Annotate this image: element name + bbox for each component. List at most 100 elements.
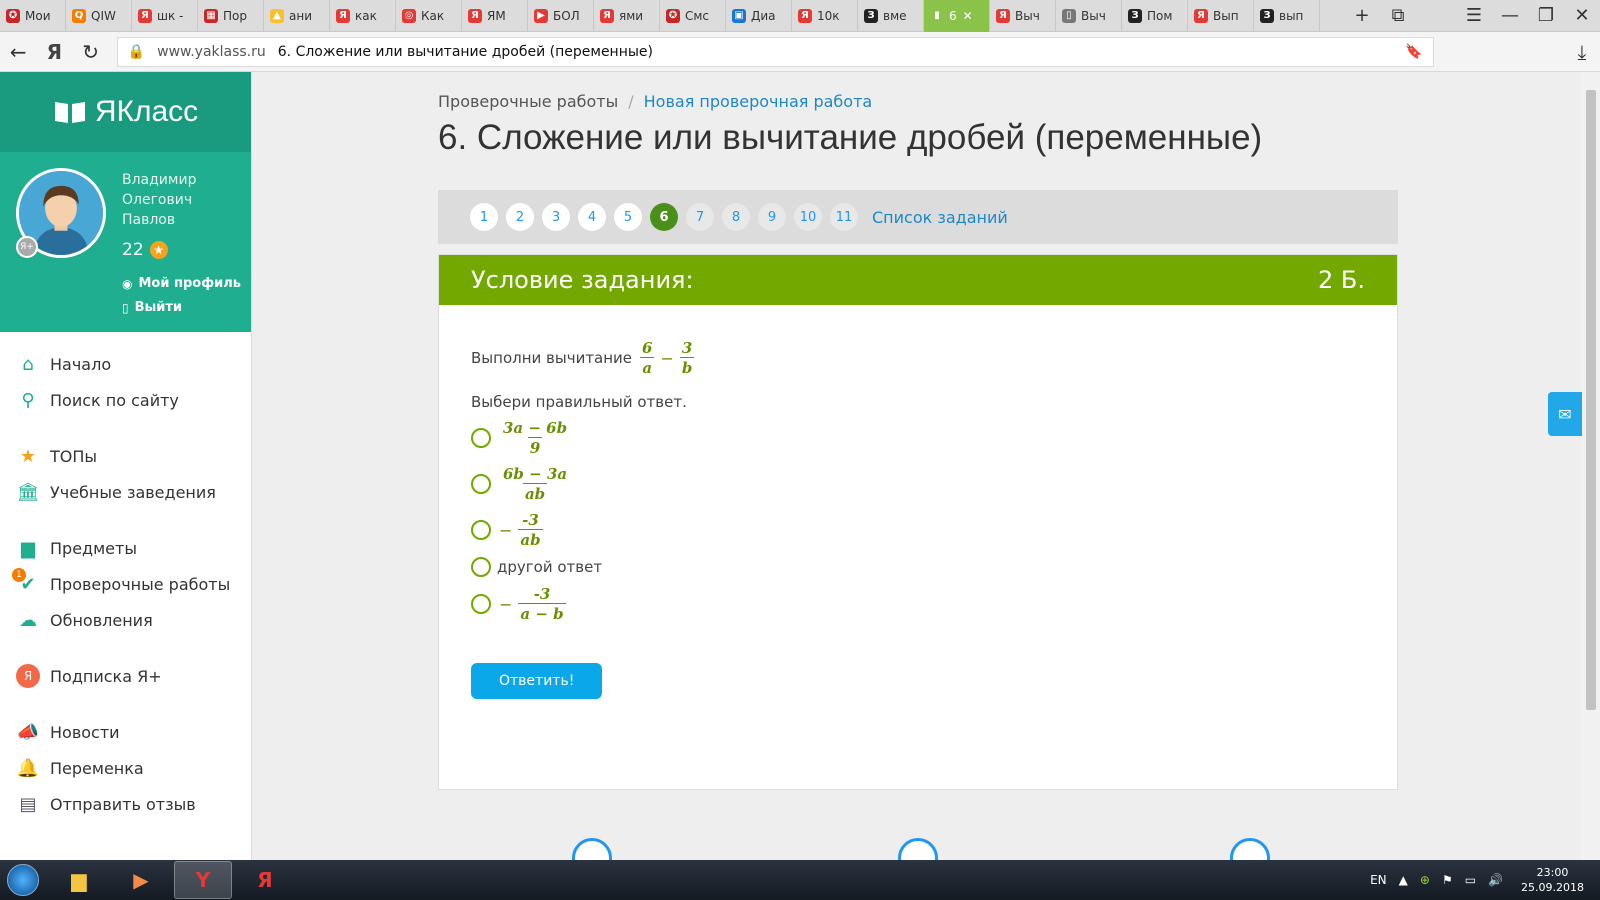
answer-option[interactable]: 6b − 3a ab — [471, 465, 1365, 503]
task-list-link[interactable]: Список заданий — [872, 208, 1008, 227]
browser-tab[interactable]: Яями — [594, 0, 660, 32]
menu-icon[interactable]: ☰ — [1456, 0, 1492, 32]
task-page-button[interactable]: 10 — [794, 203, 822, 231]
submit-answer-button[interactable]: Ответить! — [471, 663, 603, 699]
task-page-button[interactable]: 11 — [830, 203, 858, 231]
answer-radio[interactable] — [471, 520, 491, 540]
sidebar-item[interactable]: 🔔 Переменка — [0, 750, 251, 786]
my-profile-link[interactable]: ◉ Мой профиль — [122, 276, 241, 291]
browser-tab[interactable]: Яшк - — [132, 0, 198, 32]
answer-radio[interactable] — [471, 428, 491, 448]
network-icon[interactable]: ▭ — [1465, 873, 1476, 887]
clock[interactable]: 23:00 25.09.2018 — [1521, 865, 1584, 895]
mail-feedback-icon[interactable]: ✉ — [1548, 392, 1582, 436]
task-page-button[interactable]: 7 — [686, 203, 714, 231]
answer-radio[interactable] — [471, 594, 491, 614]
answer-option[interactable]: − -3 ab — [471, 511, 1365, 549]
site-logo[interactable]: ЯКласс — [0, 72, 251, 152]
browser-tab[interactable]: ▣ Диа — [726, 0, 792, 32]
browser-tab[interactable]: Q QIW — [66, 0, 132, 32]
tab-favicon-icon: ◎ — [402, 8, 416, 23]
yandex-taskbar-icon[interactable]: Я — [236, 861, 294, 899]
sidebar-item[interactable]: 📣 Новости — [0, 714, 251, 750]
sidebar-item[interactable]: 🏛 Учебные заведения — [0, 474, 251, 510]
browser-tab[interactable]: ✪ Мои — [0, 0, 66, 32]
breadcrumb-current[interactable]: Новая проверочная работа — [644, 92, 873, 111]
sidebar-item[interactable]: ★ ТОПы — [0, 438, 251, 474]
sidebar-item[interactable]: ⚲ Поиск по сайту — [0, 382, 251, 418]
volume-icon[interactable]: 🔊 — [1488, 873, 1503, 887]
tab-label: Пор — [223, 8, 247, 23]
tab-label: как — [355, 8, 377, 23]
yandex-browser-taskbar-icon[interactable]: Y — [174, 861, 232, 899]
reload-icon[interactable]: ↻ — [72, 32, 108, 72]
prev-task-arrow-icon[interactable] — [572, 838, 612, 860]
browser-tab[interactable]: Я ЯМ — [462, 0, 528, 32]
scrollbar-thumb[interactable] — [1586, 90, 1596, 710]
browser-tab[interactable]: ✪ Смс — [660, 0, 726, 32]
browser-tab[interactable]: З Пом — [1122, 0, 1188, 32]
start-button[interactable] — [0, 860, 46, 900]
url-host: www.yaklass.ru — [157, 43, 266, 60]
answer-fraction: -3 ab — [518, 511, 543, 549]
answer-option[interactable]: другой ответ — [471, 557, 1365, 577]
close-tab-icon[interactable]: ✕ — [963, 9, 973, 23]
task-page-button[interactable]: 9 — [758, 203, 786, 231]
tray-expand-icon[interactable]: ▲ — [1399, 873, 1408, 887]
back-icon[interactable]: ← — [0, 32, 36, 72]
sidebar-item[interactable]: ☁ Обновления — [0, 602, 251, 638]
user-name[interactable]: Владимир Олегович Павлов — [122, 170, 196, 230]
task-page-button[interactable]: 5 — [614, 203, 642, 231]
up-arrow-icon[interactable] — [898, 838, 938, 860]
breadcrumb-root[interactable]: Проверочные работы — [438, 92, 618, 111]
sidebar-item[interactable]: Я Подписка Я+ — [0, 658, 251, 694]
browser-tab[interactable]: ▲ ани — [264, 0, 330, 32]
logout-link[interactable]: ▯ Выйти — [122, 300, 182, 315]
browser-tab[interactable]: ▶ БОЛ — [528, 0, 594, 32]
task-page-button[interactable]: 2 — [506, 203, 534, 231]
new-tab-icon[interactable]: + — [1344, 0, 1380, 32]
clock-time: 23:00 — [1536, 866, 1569, 879]
browser-tab[interactable]: Звме — [858, 0, 924, 32]
language-indicator[interactable]: EN — [1370, 873, 1387, 887]
browser-tab[interactable]: Я 10к — [792, 0, 858, 32]
browser-tab[interactable]: Я Выч — [990, 0, 1056, 32]
sidebar-item[interactable]: ✔ Проверочные работы 1 — [0, 566, 251, 602]
task-page-button[interactable]: 1 — [470, 203, 498, 231]
answer-radio[interactable] — [471, 474, 491, 494]
tab-favicon-icon: ▣ — [732, 8, 746, 23]
flag-icon[interactable]: ⚑ — [1442, 873, 1453, 887]
sidebar-item-label: Переменка — [50, 758, 144, 778]
task-page-button[interactable]: 6 — [650, 203, 678, 231]
task-page-button[interactable]: 8 — [722, 203, 750, 231]
media-player-taskbar-icon[interactable]: ▶ — [112, 861, 170, 899]
task-page-button[interactable]: 4 — [578, 203, 606, 231]
tab-manager-icon[interactable]: ⧉ — [1380, 0, 1416, 32]
bookmark-icon[interactable]: 🔖 — [1405, 44, 1422, 60]
browser-tab[interactable]: ▯ Выч — [1056, 0, 1122, 32]
browser-tab[interactable]: ▮ 6 ✕ — [924, 0, 990, 32]
sidebar-item[interactable]: ⌂ Начало — [0, 346, 251, 382]
tray-app-icon[interactable]: ⊕ — [1420, 873, 1430, 887]
page-scrollbar[interactable] — [1582, 72, 1600, 860]
answer-option[interactable]: 3a − 6b 9 — [471, 419, 1365, 457]
minimize-icon[interactable]: — — [1492, 0, 1528, 32]
browser-tab[interactable]: Якак — [330, 0, 396, 32]
explorer-taskbar-icon[interactable]: ▆ — [50, 861, 108, 899]
url-field[interactable]: 🔒 www.yaklass.ru 6. Сложение или вычитан… — [116, 36, 1434, 67]
answer-option[interactable]: − -3 a − b — [471, 585, 1365, 623]
restore-icon[interactable]: ❐ — [1528, 0, 1564, 32]
download-icon[interactable]: ⤓ — [1564, 32, 1600, 72]
sidebar-item[interactable]: ▆ Предметы — [0, 530, 251, 566]
cloud-icon: ☁ — [19, 609, 37, 631]
sidebar-item[interactable]: ▤ Отправить отзыв — [0, 786, 251, 822]
answer-radio[interactable] — [471, 557, 491, 577]
browser-tab[interactable]: Я Вып — [1188, 0, 1254, 32]
browser-tab[interactable]: ▦ Пор — [198, 0, 264, 32]
task-page-button[interactable]: 3 — [542, 203, 570, 231]
browser-tab[interactable]: Звып — [1254, 0, 1320, 32]
close-window-icon[interactable]: ✕ — [1564, 0, 1600, 32]
yandex-icon[interactable]: Я — [36, 32, 72, 72]
browser-tab[interactable]: ◎ Как — [396, 0, 462, 32]
next-task-arrow-icon[interactable] — [1230, 838, 1270, 860]
